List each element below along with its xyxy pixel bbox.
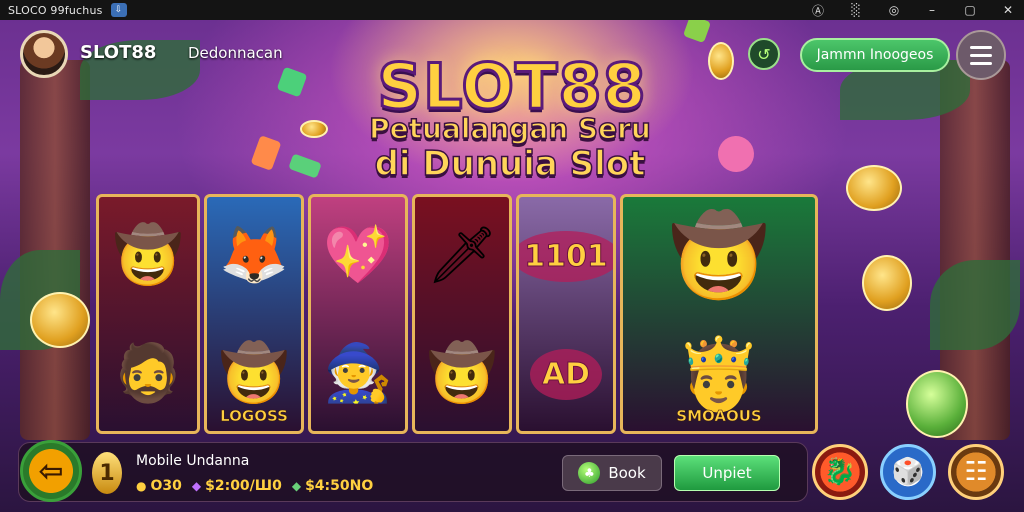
coin-decor: [30, 292, 90, 348]
book-button-label: Book: [608, 464, 646, 482]
cowboy-icon: 🤠: [669, 209, 769, 302]
reel-6: 🤠 🤴 SMOAOUS: [620, 194, 818, 434]
reel-symbol: 🤴 SMOAOUS: [623, 315, 815, 431]
close-icon[interactable]: ✕: [1000, 3, 1016, 17]
pirate-captain-icon: 🤠: [427, 341, 497, 406]
coin-decor: [862, 255, 912, 311]
reel-2: 🦊 🤠 LOGOSS: [204, 194, 304, 434]
gem-decor: [288, 153, 322, 179]
download-icon[interactable]: ⇩: [110, 3, 127, 17]
reel-symbol: 🦊: [207, 197, 301, 315]
creature-icon: 🦊: [219, 223, 289, 288]
tagline-line2: di Dunuia Slot: [374, 143, 646, 185]
stats-row: ● O30 ◆ $2:00/Ш0 ◆ $4:50NO: [136, 478, 373, 494]
window-title: SLOCO 99fuchus: [8, 3, 103, 17]
dice-icon[interactable]: 🎲: [880, 444, 936, 500]
reel-symbol: 🧔: [99, 315, 197, 431]
window-controls: Ⓐ ░ ◎ – ▢ ✕: [810, 2, 1016, 19]
reel-symbol: 🤠: [623, 197, 815, 315]
reel-symbol: AD: [519, 315, 613, 431]
gem-icon: ◆: [291, 479, 302, 493]
brand-name: SLOT88: [80, 42, 157, 63]
explorer-icon: 🤠: [219, 341, 289, 406]
symbol-label: LOGOSS: [220, 407, 288, 426]
record-icon[interactable]: ◎: [886, 3, 902, 17]
menu-icon-bar: [970, 53, 992, 57]
coin-decor: [906, 370, 968, 438]
accessibility-icon[interactable]: Ⓐ: [810, 2, 826, 19]
reel-symbol: 🧙: [311, 315, 405, 431]
symbol-label: SMOAOUS: [676, 407, 762, 426]
dragon-icon[interactable]: 🐉: [812, 444, 868, 500]
reel-symbol: 🤠: [415, 315, 509, 431]
menu-icon-bar: [970, 45, 992, 49]
refresh-icon[interactable]: ↺: [748, 38, 780, 70]
level-badge: 1: [92, 452, 122, 494]
gem-decor: [250, 135, 282, 171]
reel-3: 💖 🧙: [308, 194, 408, 434]
menu-icon-bar: [970, 61, 992, 65]
menu-button[interactable]: [956, 30, 1006, 80]
avatar[interactable]: [20, 30, 68, 78]
play-button[interactable]: Unpiet: [674, 455, 780, 491]
qr-icon[interactable]: ░: [848, 3, 864, 17]
clover-icon: ♣: [578, 462, 601, 484]
reel-5: 1101 AD: [516, 194, 616, 434]
gem-decor: [712, 130, 760, 178]
mode-label: Mobile Undanna: [136, 453, 250, 469]
pirate-icon: 🧔: [113, 341, 183, 406]
stat-value: $4:50NO: [305, 478, 374, 494]
heart-icon: 💖: [323, 223, 393, 288]
viking-icon: 🧙: [323, 341, 393, 406]
header-action-button[interactable]: Jammn Inoogeos: [800, 38, 950, 72]
minimize-icon[interactable]: –: [924, 3, 940, 17]
sword-icon: 🗡: [426, 223, 498, 288]
stat-item: ◆ $4:50NO: [292, 478, 373, 494]
gem-decor: [276, 66, 308, 98]
reel-1: 🤠 🧔: [96, 194, 200, 434]
stat-item: ● O30: [136, 478, 182, 494]
coin-decor: [846, 165, 902, 211]
back-button[interactable]: ⇦: [20, 440, 82, 502]
coin-icon: ●: [136, 479, 147, 493]
maximize-icon[interactable]: ▢: [962, 3, 978, 17]
book-button[interactable]: ♣ Book: [562, 455, 662, 491]
coin-decor: [708, 42, 734, 80]
reel-symbol: 💖: [311, 197, 405, 315]
slot-reels: 🤠 🧔 🦊 🤠 LOGOSS 💖 🧙 🗡 🤠 1101 AD 🤠 🤴 SMOAO…: [96, 194, 818, 434]
settings-icon[interactable]: ☷: [948, 444, 1004, 500]
symbol-badge: 1101: [519, 230, 613, 282]
reel-4: 🗡 🤠: [412, 194, 512, 434]
reel-symbol: 1101: [519, 197, 613, 315]
reel-symbol: 🗡: [415, 197, 509, 315]
stat-item: ◆ $2:00/Ш0: [192, 478, 282, 494]
reel-symbol: 🤠 LOGOSS: [207, 315, 301, 431]
window-title-bar: SLOCO 99fuchus ⇩ Ⓐ ░ ◎ – ▢ ✕: [0, 0, 1024, 20]
gem-icon: ◆: [191, 479, 202, 493]
tagline-line1: Petualangan Seru: [368, 111, 651, 146]
stat-value: O30: [150, 478, 182, 494]
symbol-badge: AD: [529, 348, 603, 400]
palm-leaf: [930, 260, 1020, 350]
stat-value: $2:00/Ш0: [205, 478, 282, 494]
king-icon: 🤴: [675, 333, 763, 415]
coin-decor: [300, 120, 328, 138]
nav-link[interactable]: Dedonnacan: [188, 44, 283, 62]
reel-symbol: 🤠: [99, 197, 197, 315]
pirate-icon: 🤠: [113, 223, 183, 288]
